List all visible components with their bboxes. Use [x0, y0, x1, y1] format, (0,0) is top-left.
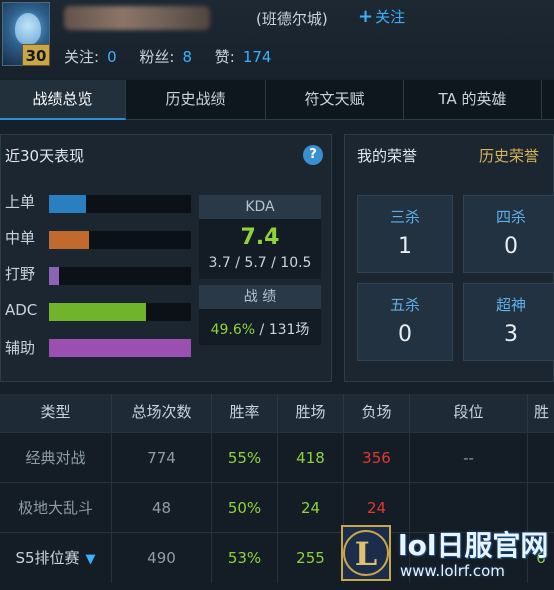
kda-label: KDA	[199, 195, 321, 219]
cell-extra	[528, 433, 554, 483]
tab-match-history[interactable]: 历史战绩	[126, 80, 266, 120]
cell-wins: 24	[278, 483, 344, 533]
recent-title: 近30天表现	[5, 147, 85, 165]
cell-rate: 53%	[212, 533, 278, 583]
tab-bar: 战绩总览 历史战绩 符文天赋 TA 的英雄	[0, 80, 554, 120]
col-header-type: 类型	[0, 394, 112, 432]
follow-button[interactable]: + 关注	[358, 6, 405, 27]
honor-card-triple-kill: 三杀 1	[357, 195, 453, 273]
role-track-top	[49, 195, 191, 213]
col-header-total: 总场次数	[112, 394, 212, 432]
honor-card-value: 0	[504, 234, 518, 259]
kda-sep-2: /	[271, 255, 276, 271]
likes-count[interactable]: 174	[243, 48, 272, 66]
cell-wins: 255	[278, 533, 344, 583]
role-bar-adc	[49, 303, 146, 321]
likes-label: 赞:	[214, 48, 235, 66]
cell-rate: 50%	[212, 483, 278, 533]
record-win-rate: 49.6%	[210, 322, 256, 338]
record-sep: /	[259, 322, 265, 338]
role-track-jungle	[49, 267, 191, 285]
role-label-jungle: 打野	[5, 265, 36, 283]
cell-losses: 356	[344, 433, 410, 483]
kda-averages: 3.7 / 5.7 / 10.5	[199, 255, 321, 271]
player-name-blurred	[64, 6, 210, 30]
honor-card-value: 0	[398, 322, 412, 347]
col-header-extra: 胜	[528, 394, 554, 432]
kda-box: KDA 7.4 3.7 / 5.7 / 10.5	[199, 195, 321, 279]
honor-card-value: 3	[504, 322, 518, 347]
role-bar-support	[49, 339, 191, 357]
cell-total: 774	[112, 433, 212, 483]
honor-panel: 我的荣誉 历史荣誉 三杀 1 四杀 0 五杀 0 超神 3	[344, 134, 554, 382]
record-line: 49.6% / 131场	[199, 319, 321, 339]
profile-stats: 关注: 0 粉丝: 8 赞: 174	[64, 46, 289, 67]
following-count[interactable]: 0	[107, 48, 117, 66]
record-box: 战 绩 49.6% / 131场	[199, 285, 321, 345]
avg-deaths: 5.7	[244, 255, 267, 271]
cell-type-label: S5排位赛	[15, 549, 80, 567]
avg-assists: 10.5	[280, 255, 312, 271]
cell-type: 经典对战	[0, 433, 112, 483]
logo-letter: L	[355, 535, 378, 573]
avg-kills: 3.7	[208, 255, 231, 271]
honor-card-label: 超神	[495, 296, 526, 314]
cell-rank: --	[410, 433, 528, 483]
honor-card-label: 四杀	[495, 208, 526, 226]
role-label-support: 辅助	[5, 339, 36, 357]
role-bar-mid	[49, 231, 89, 249]
fans-count[interactable]: 8	[182, 48, 192, 66]
cell-wins: 418	[278, 433, 344, 483]
col-header-rank: 段位	[410, 394, 528, 432]
watermark-url: www.lolrf.com	[400, 562, 505, 580]
cell-type: 极地大乱斗	[0, 483, 112, 533]
cell-total: 48	[112, 483, 212, 533]
recent-performance-panel: 近30天表现 ? 上单 中单 打野 ADC 辅助 KDA 7.4 3.7 / 5…	[0, 134, 332, 382]
table-row[interactable]: 经典对战 774 55% 418 356 --	[0, 432, 554, 483]
role-track-mid	[49, 231, 191, 249]
col-header-losses: 负场	[344, 394, 410, 432]
avatar-portrait	[15, 13, 41, 45]
record-label: 战 绩	[199, 285, 321, 309]
honor-card-label: 三杀	[389, 208, 420, 226]
tab-overview[interactable]: 战绩总览	[0, 80, 126, 120]
honor-card-value: 1	[398, 234, 412, 259]
honor-history-link[interactable]: 历史荣誉	[479, 145, 539, 166]
lol-logo-icon: L	[341, 525, 391, 581]
cell-total: 490	[112, 533, 212, 583]
watermark-title: lol日服官网	[398, 529, 549, 562]
role-bar-jungle	[49, 267, 59, 285]
chevron-down-icon[interactable]: ▼	[86, 552, 96, 567]
level-badge: 30	[22, 44, 50, 66]
role-label-top: 上单	[5, 193, 36, 211]
role-track-support	[49, 339, 191, 357]
honor-card-label: 五杀	[389, 296, 420, 314]
honor-title: 我的荣誉	[357, 147, 418, 165]
fans-label: 粉丝:	[139, 48, 175, 66]
tab-champions[interactable]: TA 的英雄	[404, 80, 542, 120]
tab-runes[interactable]: 符文天赋	[266, 80, 404, 120]
col-header-wins: 胜场	[278, 394, 344, 432]
server-name: (班德尔城)	[256, 10, 328, 28]
help-icon[interactable]: ?	[303, 145, 323, 165]
role-label-mid: 中单	[5, 229, 36, 247]
cell-type[interactable]: S5排位赛 ▼	[0, 533, 112, 583]
honor-card-penta-kill: 五杀 0	[357, 283, 453, 361]
kda-value: 7.4	[240, 225, 280, 250]
role-label-adc: ADC	[5, 301, 38, 319]
profile-header: 30 (班德尔城) + 关注 关注: 0 粉丝: 8 赞: 174	[0, 0, 554, 78]
follow-label: 关注	[375, 8, 406, 26]
cell-rate: 55%	[212, 433, 278, 483]
following-label: 关注:	[64, 48, 100, 66]
role-bar-top	[49, 195, 86, 213]
role-track-adc	[49, 303, 191, 321]
record-games: 131场	[268, 322, 310, 338]
honor-card-legendary: 超神 3	[463, 283, 554, 361]
kda-sep-1: /	[235, 255, 240, 271]
honor-card-quadra-kill: 四杀 0	[463, 195, 554, 273]
plus-icon: +	[358, 6, 374, 27]
col-header-rate: 胜率	[212, 394, 278, 432]
